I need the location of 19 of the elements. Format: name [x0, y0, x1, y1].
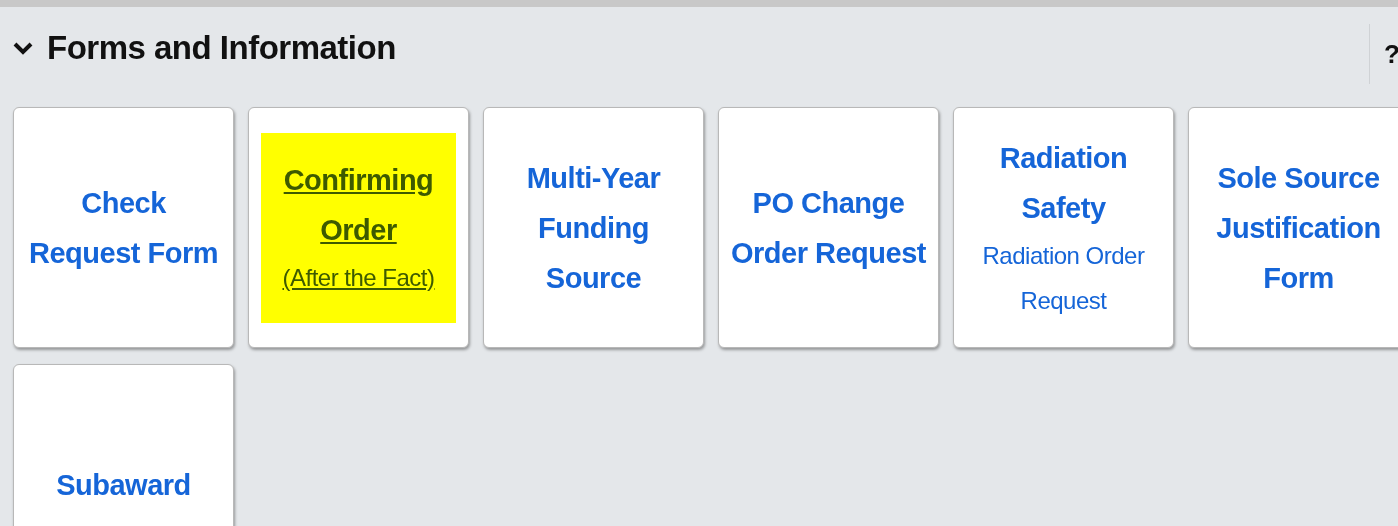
form-tile[interactable]: Confirming Order (After the Fact) [248, 107, 469, 348]
help-button[interactable]: ? [1384, 34, 1398, 74]
tile-title[interactable]: PO Change Order Request [729, 177, 928, 278]
tile-subtitle[interactable]: Radiation Order Request [964, 232, 1163, 323]
tile-title[interactable]: Subaward [56, 459, 191, 510]
tile-title[interactable]: Sole Source Justification Form [1199, 152, 1398, 303]
tile-title[interactable]: Check Request Form [24, 177, 223, 278]
chevron-down-icon[interactable] [13, 41, 33, 55]
tile-subtitle[interactable]: (After the Fact) [282, 255, 435, 300]
form-tile[interactable]: Radiation Safety Radiation Order Request [953, 107, 1174, 348]
tile-title[interactable]: Multi-Year Funding Source [494, 152, 693, 303]
form-tile[interactable]: Subaward [13, 364, 234, 526]
form-tile[interactable]: Multi-Year Funding Source [483, 107, 704, 348]
form-tile[interactable]: Check Request Form [13, 107, 234, 348]
form-tile[interactable]: Sole Source Justification Form [1188, 107, 1398, 348]
form-tile[interactable]: PO Change Order Request [718, 107, 939, 348]
tile-title[interactable]: Radiation Safety [964, 132, 1163, 233]
section-title[interactable]: Forms and Information [47, 23, 396, 73]
tile-title[interactable]: Confirming Order [261, 155, 456, 255]
